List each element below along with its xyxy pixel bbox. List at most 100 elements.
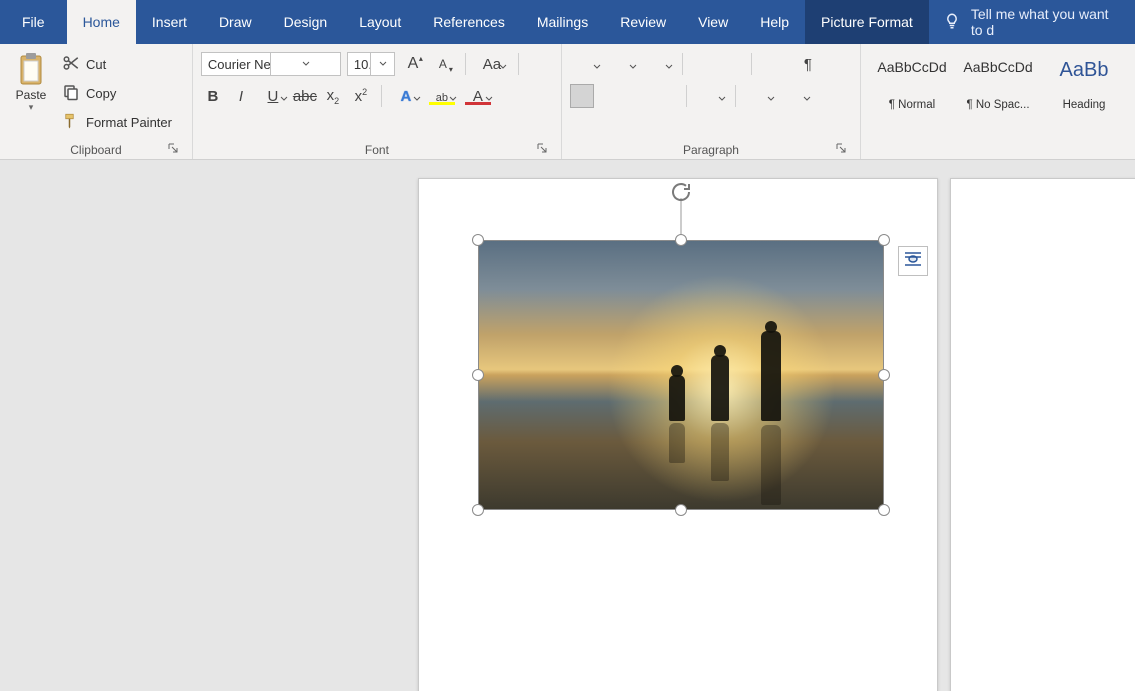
grow-font-button[interactable]: A▴ xyxy=(401,52,425,76)
style-name: Heading xyxy=(1063,99,1106,111)
group-styles: AaBbCcDd ¶ Normal AaBbCcDd ¶ No Spac... … xyxy=(861,44,1135,159)
pilcrow-icon: ¶ xyxy=(804,56,812,73)
paste-button[interactable]: Paste ▾ xyxy=(8,50,54,115)
tab-view[interactable]: View xyxy=(682,0,744,44)
font-size-combo[interactable]: 10.5 xyxy=(347,52,395,76)
style-normal[interactable]: AaBbCcDd ¶ Normal xyxy=(873,52,951,116)
text-effects-button[interactable]: A xyxy=(390,84,422,108)
tab-help[interactable]: Help xyxy=(744,0,805,44)
document-canvas[interactable] xyxy=(0,160,1135,691)
font-size-value: 10.5 xyxy=(348,57,371,72)
highlight-button[interactable]: ab xyxy=(426,84,458,108)
clipboard-icon xyxy=(15,52,47,86)
chevron-down-icon xyxy=(449,90,457,107)
group-font: Courier New 10.5 A▴ A▾ Aa B I U xyxy=(193,44,562,159)
page-2[interactable] xyxy=(950,178,1135,691)
underline-button[interactable]: U xyxy=(257,84,289,108)
picture-content xyxy=(478,240,884,510)
chevron-down-icon xyxy=(767,90,775,107)
tab-home[interactable]: Home xyxy=(67,0,136,44)
resize-handle-tl[interactable] xyxy=(472,234,484,246)
tab-insert[interactable]: Insert xyxy=(136,0,203,44)
style-preview: AaBbCcDd xyxy=(963,59,1032,75)
rotate-handle[interactable] xyxy=(669,182,693,206)
align-center-button[interactable] xyxy=(598,84,622,108)
dialog-launcher-font[interactable] xyxy=(535,141,549,155)
paste-label: Paste xyxy=(16,88,47,102)
line-spacing-button[interactable] xyxy=(695,84,727,108)
selected-picture[interactable] xyxy=(478,240,884,510)
layout-options-icon xyxy=(903,249,923,274)
tab-review[interactable]: Review xyxy=(604,0,682,44)
chevron-down-icon[interactable] xyxy=(270,53,340,75)
chevron-down-icon xyxy=(629,58,637,75)
format-painter-button[interactable]: Format Painter xyxy=(58,110,176,135)
style-no-spacing[interactable]: AaBbCcDd ¶ No Spac... xyxy=(959,52,1037,116)
tab-design[interactable]: Design xyxy=(268,0,344,44)
rotate-icon xyxy=(669,180,693,209)
resize-handle-br[interactable] xyxy=(878,504,890,516)
italic-button[interactable]: I xyxy=(229,84,253,108)
group-paragraph: 123 AZ ¶ Paragraph xyxy=(562,44,861,159)
chevron-down-icon xyxy=(665,58,673,75)
cut-button[interactable]: Cut xyxy=(58,52,176,77)
ribbon-tabstrip: File Home Insert Draw Design Layout Refe… xyxy=(0,0,1135,44)
change-case-button[interactable]: Aa xyxy=(476,52,508,76)
decrease-indent-button[interactable] xyxy=(691,52,715,76)
sort-button[interactable]: AZ xyxy=(760,52,792,76)
resize-handle-tr[interactable] xyxy=(878,234,890,246)
shading-button[interactable] xyxy=(744,84,776,108)
tab-picture-format[interactable]: Picture Format xyxy=(805,0,929,44)
dialog-launcher-clipboard[interactable] xyxy=(166,141,180,155)
chevron-down-icon: ▾ xyxy=(29,102,34,113)
align-right-button[interactable] xyxy=(626,84,650,108)
copy-icon xyxy=(62,83,80,104)
font-name-combo[interactable]: Courier New xyxy=(201,52,341,76)
bold-button[interactable]: B xyxy=(201,84,225,108)
chevron-down-icon xyxy=(485,90,493,107)
shrink-font-button[interactable]: A▾ xyxy=(431,52,455,76)
tell-me-search[interactable]: Tell me what you want to d xyxy=(929,0,1135,44)
lightbulb-icon xyxy=(943,12,961,33)
superscript-button[interactable]: x2 xyxy=(349,84,373,108)
layout-options-button[interactable] xyxy=(898,246,928,276)
style-heading-1[interactable]: AaBb Heading xyxy=(1045,52,1123,116)
tab-mailings[interactable]: Mailings xyxy=(521,0,604,44)
style-preview: AaBb xyxy=(1060,59,1109,82)
resize-handle-l[interactable] xyxy=(472,369,484,381)
group-label-paragraph: Paragraph xyxy=(570,141,852,157)
borders-button[interactable] xyxy=(780,84,812,108)
resize-handle-t[interactable] xyxy=(675,234,687,246)
clear-formatting-button[interactable] xyxy=(529,52,553,76)
dialog-launcher-paragraph[interactable] xyxy=(834,141,848,155)
numbering-button[interactable]: 123 xyxy=(606,52,638,76)
style-name: ¶ Normal xyxy=(889,99,935,111)
show-hide-marks-button[interactable]: ¶ xyxy=(796,52,820,76)
resize-handle-bl[interactable] xyxy=(472,504,484,516)
chevron-down-icon xyxy=(718,90,726,107)
align-left-button[interactable] xyxy=(570,84,594,108)
cut-label: Cut xyxy=(86,57,106,72)
tab-references[interactable]: References xyxy=(417,0,521,44)
increase-indent-button[interactable] xyxy=(719,52,743,76)
tell-me-placeholder: Tell me what you want to d xyxy=(971,6,1121,38)
bullets-button[interactable] xyxy=(570,52,602,76)
subscript-button[interactable]: x2 xyxy=(321,84,345,108)
resize-handle-b[interactable] xyxy=(675,504,687,516)
style-name: ¶ No Spac... xyxy=(966,99,1029,111)
strikethrough-button[interactable]: abc xyxy=(293,84,317,108)
tab-draw[interactable]: Draw xyxy=(203,0,268,44)
copy-label: Copy xyxy=(86,86,116,101)
tab-layout[interactable]: Layout xyxy=(343,0,417,44)
chevron-down-icon[interactable] xyxy=(370,53,394,75)
resize-handle-r[interactable] xyxy=(878,369,890,381)
paintbrush-icon xyxy=(62,112,80,133)
tab-file[interactable]: File xyxy=(0,0,67,44)
copy-button[interactable]: Copy xyxy=(58,81,176,106)
justify-button[interactable] xyxy=(654,84,678,108)
style-preview: AaBbCcDd xyxy=(877,59,946,75)
font-color-button[interactable]: A xyxy=(462,84,494,108)
ribbon: Paste ▾ Cut Copy xyxy=(0,44,1135,160)
multilevel-list-button[interactable] xyxy=(642,52,674,76)
scissors-icon xyxy=(62,54,80,75)
